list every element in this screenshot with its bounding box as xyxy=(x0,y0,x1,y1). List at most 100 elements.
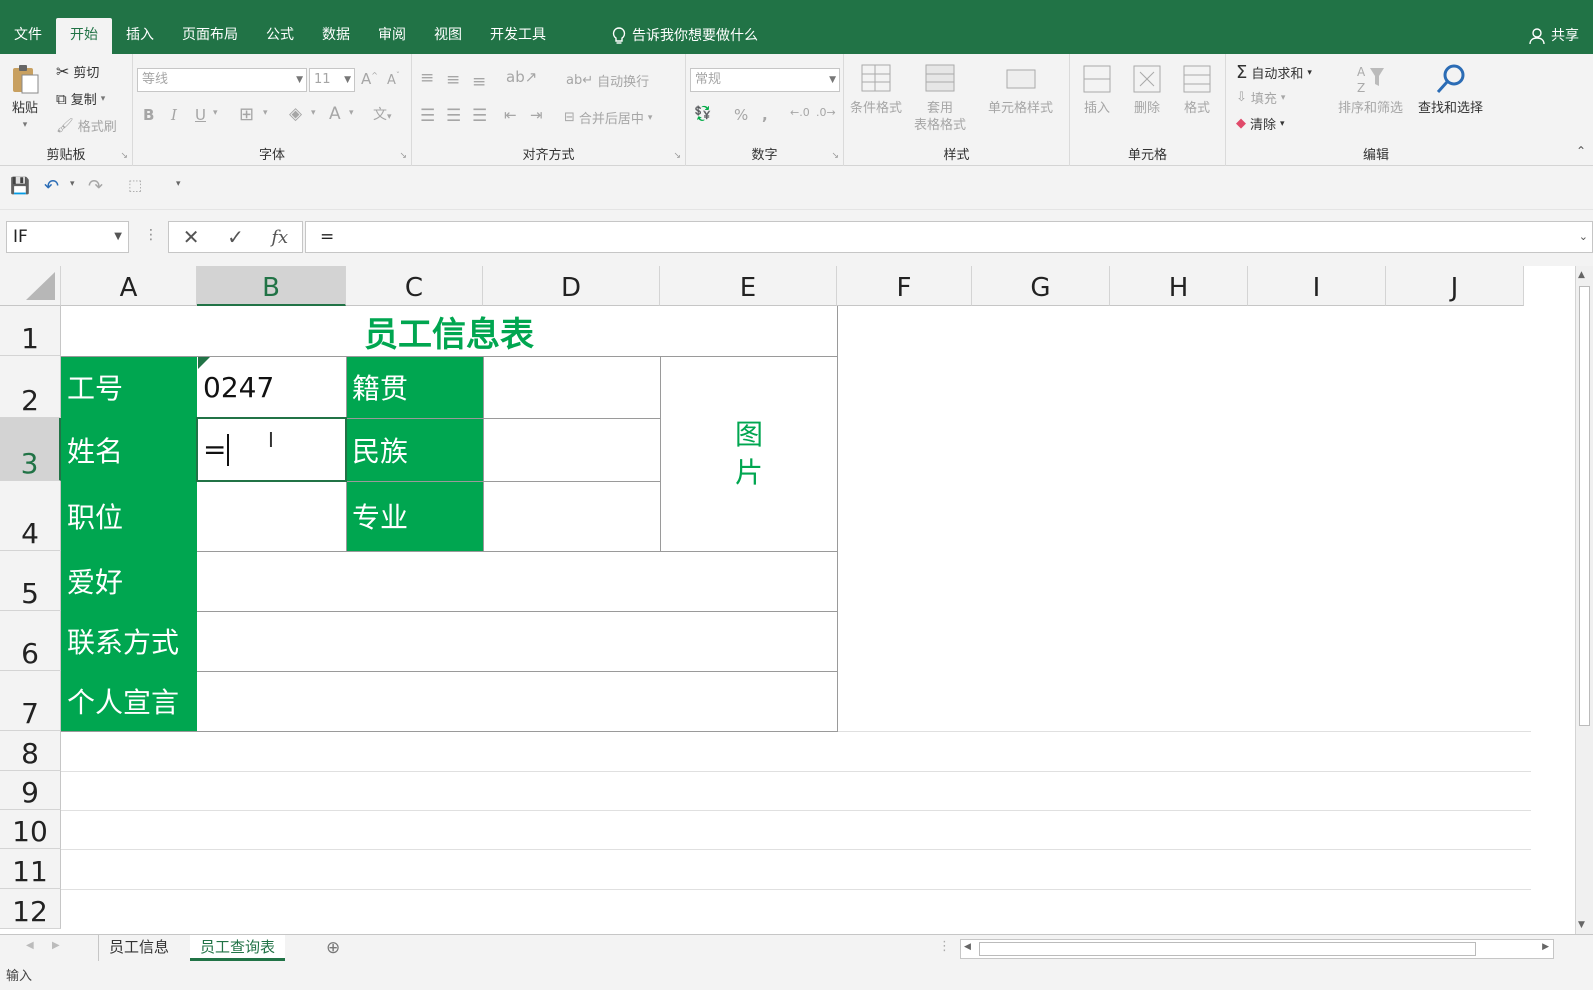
row-header-5[interactable]: 5 xyxy=(0,551,61,611)
horizontal-scrollbar[interactable]: ◀ ▶ xyxy=(960,939,1554,959)
row-header-11[interactable]: 11 xyxy=(0,849,61,889)
row-header-12[interactable]: 12 xyxy=(0,889,61,929)
next-sheet-icon[interactable]: ▶ xyxy=(52,940,60,951)
font-color-button[interactable]: A xyxy=(329,104,341,124)
row-header-1[interactable]: 1 xyxy=(0,306,61,356)
tab-file[interactable]: 文件 xyxy=(0,18,56,54)
select-all-button[interactable] xyxy=(0,266,61,306)
cell-a6[interactable]: 联系方式 xyxy=(61,611,197,671)
cell-c4[interactable]: 专业 xyxy=(346,481,483,551)
picture-placeholder[interactable]: 图 片 xyxy=(661,357,837,551)
increase-decimal-icon[interactable]: ←.0 xyxy=(790,106,810,119)
cell-a3[interactable]: 姓名 xyxy=(61,418,197,481)
delete-cells-button[interactable]: 删除 xyxy=(1130,62,1164,117)
column-header-a[interactable]: A xyxy=(61,266,197,306)
fill-button[interactable]: ⇩ 填充 ▾ xyxy=(1236,88,1285,107)
column-header-b[interactable]: B xyxy=(197,266,346,306)
format-painter-button[interactable]: 🖌 格式刷 xyxy=(56,116,117,136)
font-size-select[interactable]: 11 ▼ xyxy=(309,68,355,92)
cell-b2[interactable]: 0247 xyxy=(197,356,346,418)
customize-qat-icon[interactable]: ▾ xyxy=(176,179,181,189)
clipboard-launcher-icon[interactable]: ↘ xyxy=(120,151,128,161)
wrap-text-button[interactable]: ab↵ 自动换行 xyxy=(566,71,649,90)
undo-icon[interactable]: ↶ xyxy=(44,176,59,197)
tab-view[interactable]: 视图 xyxy=(420,18,476,54)
cell-a7[interactable]: 个人宣言 xyxy=(61,671,197,731)
italic-button[interactable]: I xyxy=(171,106,177,124)
column-header-i[interactable]: I xyxy=(1248,266,1386,306)
underline-button[interactable]: U xyxy=(195,106,206,124)
tab-data[interactable]: 数据 xyxy=(308,18,364,54)
align-left-icon[interactable]: ☰ xyxy=(420,106,435,126)
cell-a5[interactable]: 爱好 xyxy=(61,551,197,611)
grow-font-button[interactable]: A^ xyxy=(361,70,378,88)
font-name-select[interactable]: 等线 ▼ xyxy=(137,68,307,92)
align-bottom-icon[interactable]: ≡ xyxy=(472,72,486,92)
column-header-j[interactable]: J xyxy=(1386,266,1524,306)
row-header-7[interactable]: 7 xyxy=(0,671,61,731)
align-center-icon[interactable]: ☰ xyxy=(446,106,461,126)
font-launcher-icon[interactable]: ↘ xyxy=(399,151,407,161)
scroll-left-icon[interactable]: ◀ xyxy=(964,942,971,952)
format-cells-button[interactable]: 格式 xyxy=(1180,62,1214,117)
enter-icon[interactable]: ✓ xyxy=(227,225,244,249)
cell-c3[interactable]: 民族 xyxy=(346,418,483,481)
column-header-g[interactable]: G xyxy=(972,266,1110,306)
vertical-scrollbar[interactable]: ▲ ▼ xyxy=(1575,266,1593,934)
merge-center-button[interactable]: ⊟ 合并后居中 ▾ xyxy=(564,108,652,127)
touch-mode-icon[interactable]: ⬚ xyxy=(128,176,142,194)
column-header-f[interactable]: F xyxy=(837,266,972,306)
cell-c2[interactable]: 籍贯 xyxy=(346,356,483,418)
underline-dropdown-icon[interactable]: ▾ xyxy=(213,108,218,118)
save-icon[interactable]: 💾 xyxy=(10,176,30,195)
row-header-4[interactable]: 4 xyxy=(0,481,61,551)
column-header-h[interactable]: H xyxy=(1110,266,1248,306)
decrease-decimal-icon[interactable]: .0→ xyxy=(816,106,836,119)
border-dropdown-icon[interactable]: ▾ xyxy=(263,108,268,118)
collapse-ribbon-icon[interactable]: ⌃ xyxy=(1576,144,1586,158)
scroll-right-icon[interactable]: ▶ xyxy=(1542,942,1549,952)
border-icon[interactable]: ⊞ xyxy=(239,104,254,125)
percent-button[interactable]: % xyxy=(734,106,748,124)
sheet-tab-employee-query[interactable]: 员工查询表 xyxy=(190,935,286,961)
sheet-tab-employee-info[interactable]: 员工信息 xyxy=(98,935,179,961)
row-header-2[interactable]: 2 xyxy=(0,356,61,418)
scroll-down-icon[interactable]: ▼ xyxy=(1578,920,1585,930)
tab-page-layout[interactable]: 页面布局 xyxy=(168,18,252,54)
name-box-dropdown-icon[interactable]: ▼ xyxy=(114,222,122,252)
align-right-icon[interactable]: ☰ xyxy=(472,106,487,126)
paste-button[interactable]: 粘贴 ▾ xyxy=(8,62,42,134)
format-as-table-button[interactable]: 套用 表格格式 xyxy=(914,62,966,134)
align-top-icon[interactable]: ≡ xyxy=(420,68,434,88)
tab-formulas[interactable]: 公式 xyxy=(252,18,308,54)
tell-me-box[interactable]: 告诉我你想要做什么 xyxy=(612,18,758,54)
insert-cells-button[interactable]: 插入 xyxy=(1080,62,1114,117)
name-box[interactable]: IF ▼ xyxy=(6,221,129,253)
share-button[interactable]: 共享 xyxy=(1529,18,1579,54)
clear-button[interactable]: ◆ 清除 ▾ xyxy=(1236,114,1285,133)
phonetic-button[interactable]: 文▾ xyxy=(373,104,392,124)
column-header-d[interactable]: D xyxy=(483,266,660,306)
number-launcher-icon[interactable]: ↘ xyxy=(831,151,839,161)
tab-developer[interactable]: 开发工具 xyxy=(476,18,560,54)
row-header-3[interactable]: 3 xyxy=(0,418,61,481)
decrease-indent-icon[interactable]: ⇤ xyxy=(504,106,517,124)
row-header-8[interactable]: 8 xyxy=(0,731,61,771)
autosum-button[interactable]: Σ 自动求和 ▾ xyxy=(1236,62,1312,83)
comma-button[interactable]: , xyxy=(762,106,768,124)
tab-split-grip-icon[interactable]: ⋮ xyxy=(938,939,951,954)
row-header-9[interactable]: 9 xyxy=(0,771,61,810)
scroll-up-icon[interactable]: ▲ xyxy=(1578,270,1585,280)
horizontal-scroll-thumb[interactable] xyxy=(979,942,1476,956)
conditional-format-button[interactable]: 条件格式 xyxy=(850,62,902,117)
fill-color-icon[interactable]: ◈ xyxy=(289,104,302,124)
sort-filter-button[interactable]: AZ 排序和筛选 xyxy=(1338,62,1403,117)
cancel-icon[interactable]: ✕ xyxy=(183,225,200,249)
add-sheet-icon[interactable]: ⊕ xyxy=(326,938,340,958)
worksheet-grid[interactable]: A B C D E F G H I J 1 2 3 4 5 6 7 8 9 10… xyxy=(0,266,1593,934)
prev-sheet-icon[interactable]: ◀ xyxy=(26,940,34,951)
shrink-font-button[interactable]: Aˇ xyxy=(387,70,400,88)
expand-formula-icon[interactable]: ⌄ xyxy=(1579,222,1588,252)
column-header-c[interactable]: C xyxy=(346,266,483,306)
column-header-e[interactable]: E xyxy=(660,266,837,306)
